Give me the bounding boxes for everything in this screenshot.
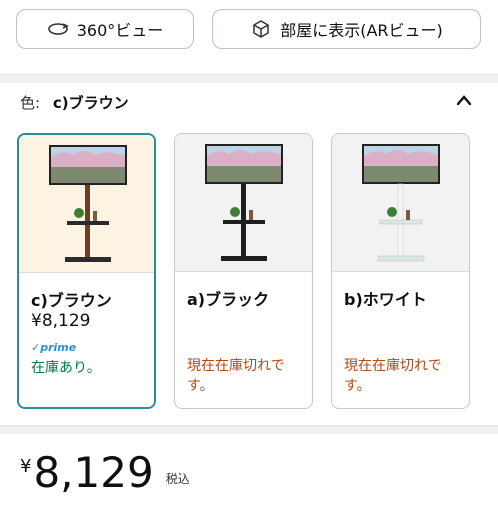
price-display: ¥ 8,129 税込 [20, 450, 190, 496]
color-label: 色: [20, 94, 41, 112]
stock-status: 現在在庫切れです。 [344, 358, 442, 394]
chevron-up-icon[interactable] [455, 94, 473, 106]
product-image [175, 134, 312, 271]
tv-stand-brown-image [49, 145, 127, 262]
view-360-label: 360°ビュー [76, 21, 164, 40]
rotate-360-icon [47, 19, 69, 39]
variant-name: a)ブラック [187, 290, 270, 309]
product-image [19, 135, 154, 272]
variant-name: b)ホワイト [344, 290, 427, 309]
view-360-button[interactable]: 360°ビュー [16, 9, 194, 49]
section-divider [0, 74, 498, 83]
stock-status: 現在在庫切れです。 [187, 358, 285, 394]
view-options-bar: 360°ビュー 部屋に表示(ARビュー) [0, 0, 498, 74]
variant-card-brown[interactable]: c)ブラウン ¥8,129 ✓prime 在庫あり。 [17, 133, 156, 409]
stock-status: 在庫あり。 [31, 360, 101, 376]
tv-stand-black-image [205, 144, 283, 261]
variant-card-white[interactable]: b)ホワイト 現在在庫切れです。 [331, 133, 470, 409]
selected-color-value: c)ブラウン [52, 94, 129, 112]
variant-name: c)ブラウン [31, 291, 112, 310]
variant-card-black[interactable]: a)ブラック 現在在庫切れです。 [174, 133, 313, 409]
variant-price: ¥8,129 [31, 311, 91, 331]
tax-included-note: 税込 [165, 472, 190, 486]
view-in-room-label: 部屋に表示(ARビュー) [280, 21, 443, 40]
currency-symbol: ¥ [20, 456, 32, 477]
ar-cube-icon [250, 19, 272, 39]
view-in-room-button[interactable]: 部屋に表示(ARビュー) [212, 9, 481, 49]
prime-badge: ✓prime [31, 341, 77, 354]
price-amount: 8,129 [33, 448, 154, 497]
tv-stand-white-image [362, 144, 440, 262]
color-selector-header[interactable]: 色: c)ブラウン [20, 92, 129, 113]
section-divider [0, 425, 498, 434]
product-image [332, 134, 469, 271]
